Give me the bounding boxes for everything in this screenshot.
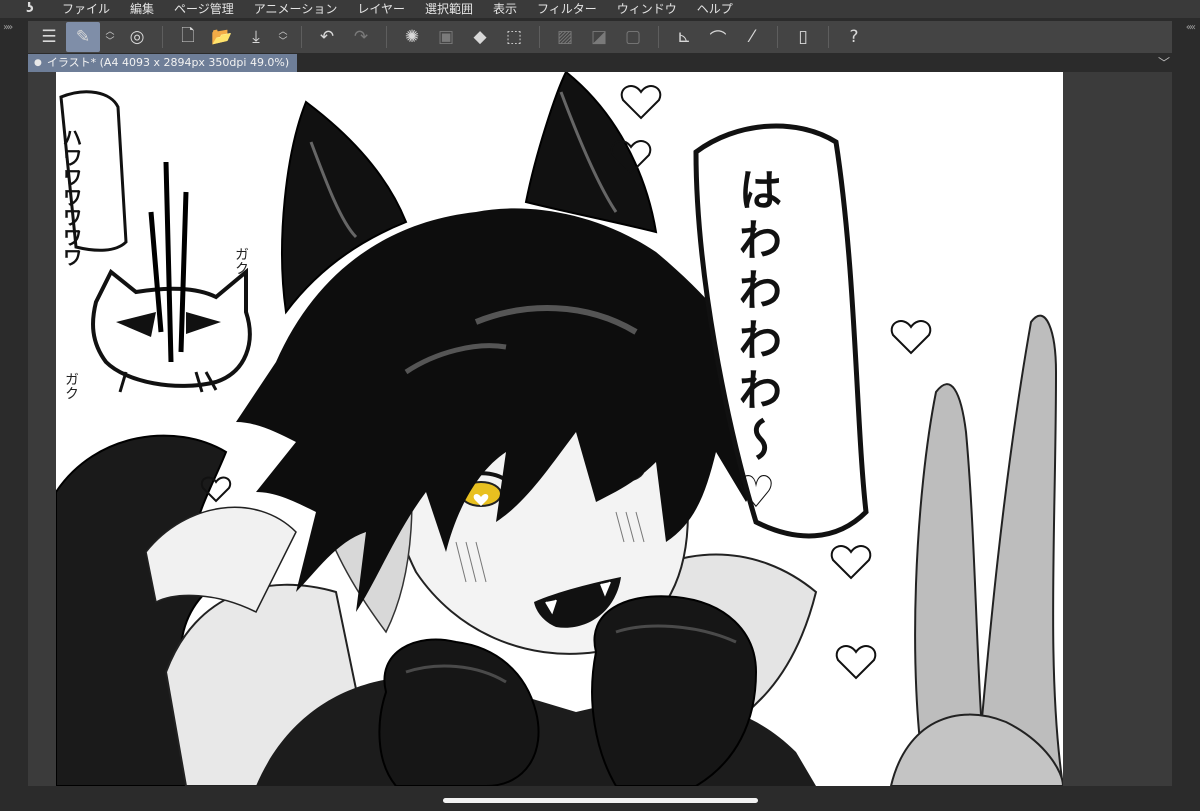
spiral-icon[interactable]: ◎: [120, 22, 154, 52]
clear-selection-icon[interactable]: ▨: [548, 22, 582, 52]
smartphone-icon[interactable]: ▯: [786, 22, 820, 52]
toolbar-divider: [828, 26, 829, 48]
loading-icon[interactable]: ✺: [395, 22, 429, 52]
toolbar-divider: [539, 26, 540, 48]
tool-stepper[interactable]: ︿ ﹀: [100, 22, 120, 52]
menu-window[interactable]: ウィンドウ: [607, 0, 687, 18]
menu-bar: ʖ ファイル 編集 ページ管理 アニメーション レイヤー 選択範囲 表示 フィル…: [0, 0, 1200, 18]
chevron-down-icon[interactable]: ﹀: [105, 37, 114, 47]
menu-page[interactable]: ページ管理: [164, 0, 244, 18]
undo-icon[interactable]: ↶: [310, 22, 344, 52]
unsaved-dot-icon: ●: [34, 58, 42, 68]
canvas-area[interactable]: ハワワワワワワ ガク ガク はわわわわ〜♡: [28, 72, 1172, 786]
chevron-up-icon[interactable]: ︿: [105, 27, 114, 37]
menu-file[interactable]: ファイル: [52, 0, 120, 18]
double-chevron-left-icon[interactable]: ««: [1186, 22, 1196, 33]
document-tab-bar: ● イラスト* (A4 4093 x 2894px 350dpi 49.0%) …: [0, 54, 1200, 72]
home-indicator[interactable]: [443, 798, 758, 803]
save-tray-icon[interactable]: ⤓: [239, 22, 273, 52]
toolbar-divider: [162, 26, 163, 48]
illustration-svg: ハワワワワワワ ガク ガク はわわわわ〜♡: [56, 72, 1063, 786]
menu-layer[interactable]: レイヤー: [347, 0, 415, 18]
open-folder-icon[interactable]: 📂: [205, 22, 239, 52]
brush-edit-icon[interactable]: ✎: [66, 22, 100, 52]
menu-edit[interactable]: 編集: [120, 0, 164, 18]
pen-line-icon[interactable]: ⁄: [735, 22, 769, 52]
menu-animation[interactable]: アニメーション: [244, 0, 348, 18]
toolbar-divider: [658, 26, 659, 48]
transform-icon[interactable]: ⬚: [497, 22, 531, 52]
chevron-down-icon[interactable]: ﹀: [1158, 54, 1170, 72]
redo-icon[interactable]: ↷: [344, 22, 378, 52]
double-chevron-right-icon[interactable]: »»: [3, 22, 13, 33]
border-icon[interactable]: ▢: [616, 22, 650, 52]
menu-icon[interactable]: ☰: [32, 22, 66, 52]
menu-selection[interactable]: 選択範囲: [415, 0, 483, 18]
workspace: ハワワワワワワ ガク ガク はわわわわ〜♡: [0, 72, 1200, 811]
fill-selection-icon[interactable]: ◪: [582, 22, 616, 52]
chevron-up-icon[interactable]: ︿: [278, 27, 287, 37]
speech-text: はわわわわ〜♡: [731, 167, 782, 524]
selection-fill-icon[interactable]: ▣: [429, 22, 463, 52]
chevron-down-icon[interactable]: ﹀: [278, 37, 287, 47]
sfx-bottom-text: ガク: [63, 372, 79, 400]
toolbar-divider: [301, 26, 302, 48]
sfx-top-text: ガク: [233, 247, 249, 275]
save-stepper[interactable]: ︿ ﹀: [273, 22, 293, 52]
help-icon[interactable]: ?: [837, 22, 871, 52]
brush-correction-icon[interactable]: ⌒: [701, 22, 735, 52]
menu-help[interactable]: ヘルプ: [687, 0, 743, 18]
toolbar-divider: [777, 26, 778, 48]
side-sfx-text: ハワワワワワワ: [59, 127, 83, 267]
document-tab[interactable]: ● イラスト* (A4 4093 x 2894px 350dpi 49.0%): [28, 54, 298, 72]
clip-studio-logo-icon[interactable]: ʖ: [22, 1, 38, 17]
menu-filter[interactable]: フィルター: [527, 0, 607, 18]
command-bar: ☰ ✎ ︿ ﹀ ◎ 🗋 📂 ⤓ ︿ ﹀ ↶ ↷ ✺ ▣ ◆ ⬚ ▨ ◪ ▢ ⊾ ⌒ …: [28, 21, 1172, 53]
menu-view[interactable]: 表示: [483, 0, 527, 18]
illustration-canvas[interactable]: ハワワワワワワ ガク ガク はわわわわ〜♡: [56, 72, 1063, 786]
paint-bucket-icon[interactable]: ◆: [463, 22, 497, 52]
command-bar-area: »» ☰ ✎ ︿ ﹀ ◎ 🗋 📂 ⤓ ︿ ﹀ ↶ ↷ ✺ ▣ ◆ ⬚ ▨ ◪ ▢ ⊾…: [0, 18, 1200, 54]
toolbar-divider: [386, 26, 387, 48]
new-page-icon[interactable]: 🗋: [171, 22, 205, 52]
ruler-icon[interactable]: ⊾: [667, 22, 701, 52]
document-tab-label: イラスト* (A4 4093 x 2894px 350dpi 49.0%): [46, 56, 290, 69]
